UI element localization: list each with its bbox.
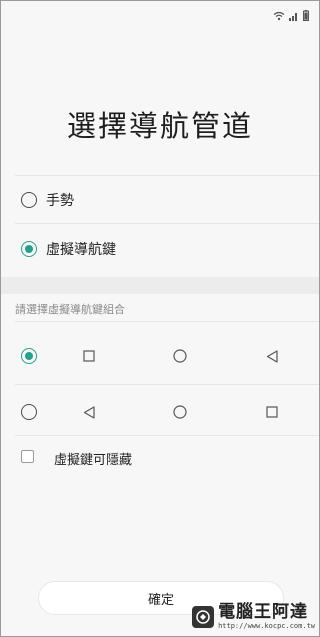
watermark-logo-icon [192, 606, 215, 628]
option-virtual-nav-keys-label: 虛擬導航鍵 [46, 242, 116, 258]
combination-row-1[interactable] [1, 331, 319, 381]
triangle-left-icon [81, 404, 97, 420]
watermark: 電腦王阿達 http://www.kocpc.com.tw [192, 604, 315, 630]
virtual-nav-keys-radio[interactable] [21, 241, 37, 257]
setup-screen: 選擇導航管道 手勢 虛擬導航鍵 請選擇虛擬導航鍵組合 虛擬鍵可隱藏 確定 電腦王… [0, 0, 320, 637]
status-icons [273, 6, 309, 25]
divider [15, 175, 319, 176]
combination-row-2[interactable] [1, 387, 319, 437]
combination-1-radio[interactable] [21, 348, 37, 364]
square-icon [264, 404, 280, 420]
triangle-left-icon [264, 348, 280, 364]
watermark-url: http://www.kocpc.com.tw [218, 622, 315, 630]
watermark-text: 電腦王阿達 http://www.kocpc.com.tw [218, 604, 315, 630]
combination-section-header: 請選擇虛擬導航鍵組合 [15, 303, 125, 316]
hide-keys-checkbox[interactable] [21, 450, 34, 463]
gesture-radio[interactable] [21, 192, 37, 208]
divider [15, 223, 319, 224]
combination-2-radio[interactable] [21, 404, 37, 420]
circle-icon [172, 348, 188, 364]
option-gesture[interactable]: 手勢 [1, 177, 319, 223]
wifi-icon [273, 6, 285, 25]
divider [15, 384, 319, 385]
option-virtual-nav-keys[interactable]: 虛擬導航鍵 [1, 226, 319, 272]
status-bar [1, 1, 319, 23]
section-separator [1, 277, 319, 294]
signal-icon [289, 6, 299, 25]
square-icon [81, 348, 97, 364]
page-title: 選擇導航管道 [66, 109, 253, 143]
divider [15, 321, 319, 322]
hide-keys-label: 虛擬鍵可隱藏 [54, 453, 133, 468]
circle-icon [172, 404, 188, 420]
option-gesture-label: 手勢 [46, 193, 74, 209]
watermark-title: 電腦王阿達 [218, 602, 309, 622]
battery-icon [303, 6, 309, 25]
divider [15, 435, 319, 436]
